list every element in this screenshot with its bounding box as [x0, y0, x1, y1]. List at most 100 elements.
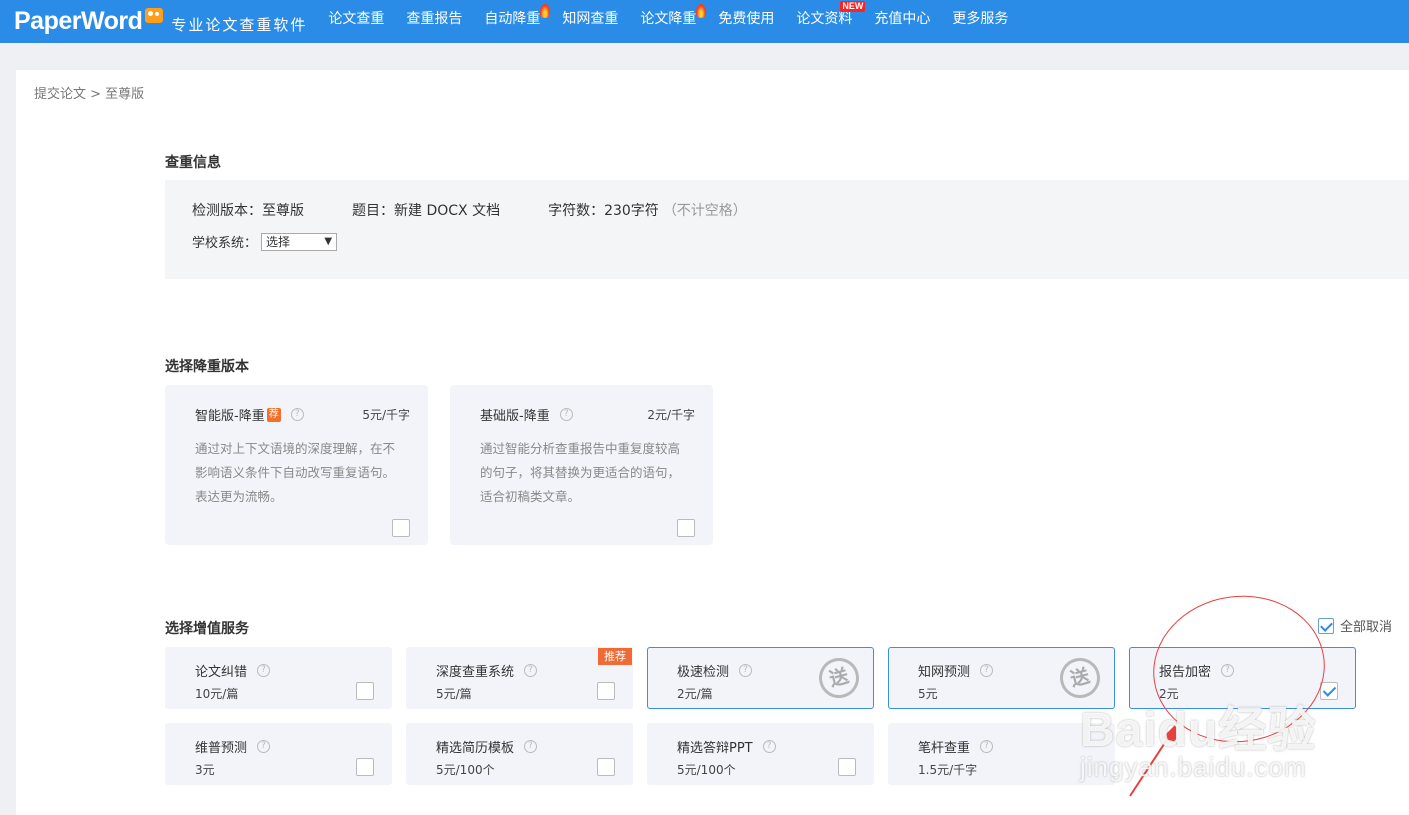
reduce-card-title: 基础版-降重 ? — [480, 405, 573, 424]
reduce-basic-checkbox[interactable] — [677, 519, 695, 537]
addon-name: 知网预测 — [918, 665, 971, 680]
reduce-card-smart[interactable]: 智能版-降重 荐 ? 5元/千字 通过对上下文语境的深度理解，在不影响语义条件下… — [165, 385, 428, 545]
addon-price: 2元/篇 — [677, 687, 713, 701]
check-info-title: 查重信息 — [165, 155, 221, 171]
addon-checkbox[interactable] — [1320, 682, 1338, 700]
check-info-box: 检测版本：至尊版 题目：新建 DOCX 文档 字符数：230字符 （不计空格） 学… — [165, 180, 1409, 279]
addon-checkbox[interactable] — [356, 682, 374, 700]
addon-title: 知网预测? — [918, 661, 994, 680]
help-icon[interactable]: ? — [290, 408, 304, 421]
reduce-card-basic[interactable]: 基础版-降重 ? 2元/千字 通过智能分析查重报告中重复度较高的句子，将其替换为… — [450, 385, 713, 545]
char-count-value: 字符数：230字符 — [548, 203, 659, 219]
slogan: 专业论文查重软件 — [171, 16, 308, 34]
reduce-smart-checkbox[interactable] — [392, 519, 410, 537]
addon-name: 深度查重系统 — [436, 665, 515, 680]
check-version: 检测版本：至尊版 — [192, 203, 304, 219]
nav-item-paper-check[interactable]: 论文查重 — [317, 0, 395, 43]
addon-name: 精选答辩PPT — [677, 741, 753, 756]
addon-deep-check[interactable]: 推荐 深度查重系统? 5元/篇 — [406, 647, 633, 709]
flame-icon — [540, 4, 551, 18]
nav-item-cnki-check[interactable]: 知网查重 — [551, 0, 629, 43]
nav-label: 免费使用 — [718, 11, 775, 27]
reduce-card-desc: 通过智能分析查重报告中重复度较高的句子，将其替换为更适合的语句，适合初稿类文章。 — [480, 441, 681, 504]
help-icon[interactable]: ? — [739, 664, 753, 677]
nav-item-paper-reduce[interactable]: 论文降重 — [629, 0, 707, 43]
nav-item-check-report[interactable]: 查重报告 — [395, 0, 473, 43]
logo[interactable]: PaperWord — [14, 0, 164, 43]
logo-icon — [145, 8, 164, 23]
addon-title: 维普预测? — [195, 737, 271, 756]
flame-icon — [696, 4, 707, 18]
gift-stamp-icon: 送 — [1055, 653, 1105, 703]
recommend-badge: 推荐 — [598, 648, 632, 665]
nav-label: 知网查重 — [562, 11, 619, 27]
nav-item-more-services[interactable]: 更多服务 — [941, 0, 1019, 43]
addon-checkbox[interactable] — [597, 758, 615, 776]
nav-label: 充值中心 — [874, 11, 931, 27]
cancel-all-toggle[interactable]: 全部取消 — [1318, 616, 1392, 635]
addon-checkbox[interactable] — [597, 682, 615, 700]
addon-price: 5元/100个 — [677, 763, 736, 777]
addon-price: 5元/篇 — [436, 687, 472, 701]
help-icon[interactable]: ? — [257, 740, 271, 753]
school-select-value: 选择 — [266, 235, 291, 249]
reduce-card-price: 2元/千字 — [647, 408, 695, 422]
help-icon[interactable]: ? — [762, 740, 776, 753]
char-count-hint: （不计空格） — [662, 203, 747, 219]
school-system-select[interactable]: 选择 ▼ — [261, 232, 338, 251]
help-icon[interactable]: ? — [524, 740, 538, 753]
addon-paper-correction[interactable]: 论文纠错? 10元/篇 — [165, 647, 392, 709]
addon-resume-templates[interactable]: 精选简历模板? 5元/100个 — [406, 723, 633, 785]
addon-title: 精选简历模板? — [436, 737, 538, 756]
reduce-card-price: 5元/千字 — [362, 408, 410, 422]
help-icon[interactable]: ? — [524, 664, 538, 677]
nav-label: 更多服务 — [952, 11, 1009, 27]
top-navbar: PaperWord 专业论文查重软件 论文查重 查重报告 自动降重 知网查重 论… — [0, 0, 1409, 43]
reduce-card-name: 基础版-降重 — [480, 409, 550, 424]
addon-name: 笔杆查重 — [918, 741, 971, 756]
addon-defense-ppt[interactable]: 精选答辩PPT? 5元/100个 — [647, 723, 874, 785]
school-system-row: 学校系统： 选择 ▼ — [192, 232, 338, 251]
breadcrumb: 提交论文 > 至尊版 — [34, 87, 145, 102]
nav-label: 论文降重 — [640, 11, 697, 27]
addon-cnki-predict[interactable]: 知网预测? 5元 送 — [888, 647, 1115, 709]
addon-price: 5元 — [918, 687, 938, 701]
help-icon[interactable]: ? — [559, 408, 573, 421]
new-badge: NEW — [840, 1, 866, 12]
nav-item-auto-reduce[interactable]: 自动降重 — [473, 0, 551, 43]
addon-fast-check[interactable]: 极速检测? 2元/篇 送 — [647, 647, 874, 709]
reduce-card-title: 智能版-降重 荐 ? — [195, 405, 304, 424]
reduce-card-desc: 通过对上下文语境的深度理解，在不影响语义条件下自动改写重复语句。表达更为流畅。 — [195, 441, 396, 504]
nav-item-paper-resources[interactable]: 论文资料 NEW — [785, 0, 866, 43]
nav-item-free-use[interactable]: 免费使用 — [707, 0, 785, 43]
addon-price: 1.5元/千字 — [918, 763, 978, 777]
check-info-row: 检测版本：至尊版 题目：新建 DOCX 文档 字符数：230字符 （不计空格） — [192, 200, 747, 220]
nav-label: 论文查重 — [328, 11, 385, 27]
reduce-card-name: 智能版-降重 — [195, 409, 265, 424]
recommend-tag: 荐 — [266, 407, 281, 422]
help-icon[interactable]: ? — [257, 664, 271, 677]
reduce-version-title: 选择降重版本 — [165, 359, 249, 375]
nav-item-recharge[interactable]: 充值中心 — [863, 0, 941, 43]
addon-checkbox[interactable] — [356, 758, 374, 776]
addon-services-title: 选择增值服务 — [165, 621, 249, 637]
addon-price: 5元/100个 — [436, 763, 495, 777]
addon-title: 深度查重系统? — [436, 661, 538, 680]
school-system-label: 学校系统： — [192, 236, 258, 251]
paper-topic: 题目：新建 DOCX 文档 — [352, 203, 501, 219]
addon-price: 10元/篇 — [195, 687, 239, 701]
addon-title: 极速检测? — [677, 661, 753, 680]
addon-bigan-check[interactable]: 笔杆查重? 1.5元/千字 — [888, 723, 1115, 785]
gift-stamp-icon: 送 — [814, 653, 864, 703]
main-nav: 论文查重 查重报告 自动降重 知网查重 论文降重 免费使用 论文资料 NEW 充值… — [317, 0, 1019, 43]
chevron-down-icon: ▼ — [324, 236, 333, 247]
nav-label: 论文资料 — [796, 11, 853, 27]
help-icon[interactable]: ? — [980, 740, 994, 753]
cancel-all-label: 全部取消 — [1340, 620, 1393, 635]
annotation-arrow-icon — [1129, 724, 1176, 797]
addon-vip-predict[interactable]: 维普预测? 3元 — [165, 723, 392, 785]
addon-name: 极速检测 — [677, 665, 730, 680]
help-icon[interactable]: ? — [980, 664, 994, 677]
addon-name: 维普预测 — [195, 741, 248, 756]
addon-checkbox[interactable] — [838, 758, 856, 776]
